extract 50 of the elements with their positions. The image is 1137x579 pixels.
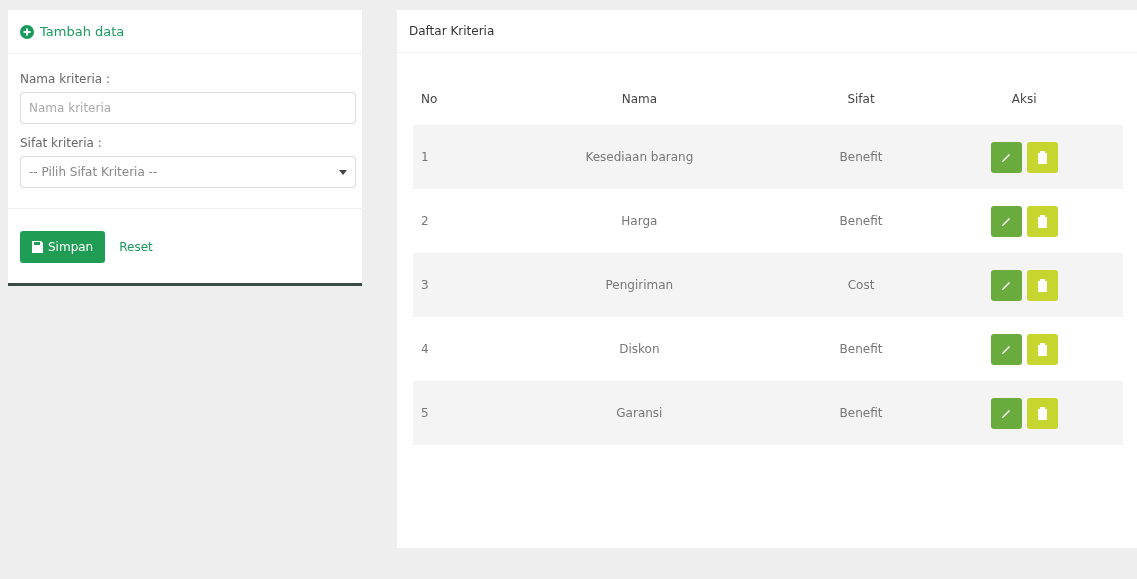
table-cell: Kesediaan barang bbox=[482, 125, 797, 189]
edit-button[interactable] bbox=[990, 333, 1022, 365]
table-cell: Benefit bbox=[796, 317, 926, 381]
table-cell: Garansi bbox=[482, 381, 797, 445]
column-header: Aksi bbox=[925, 73, 1123, 125]
edit-button[interactable] bbox=[990, 205, 1022, 237]
plus-circle-icon bbox=[20, 24, 34, 39]
edit-button[interactable] bbox=[990, 141, 1022, 173]
column-header: No bbox=[413, 73, 482, 125]
table-cell: Benefit bbox=[796, 189, 926, 253]
reset-link[interactable]: Reset bbox=[119, 240, 153, 254]
pencil-icon bbox=[1000, 407, 1013, 419]
column-header: Sifat bbox=[796, 73, 926, 125]
table-cell: Benefit bbox=[796, 125, 926, 189]
select-field[interactable]: -- Pilih Sifat Kriteria -- bbox=[20, 156, 356, 188]
trash-icon bbox=[1037, 150, 1047, 164]
save-icon bbox=[32, 241, 43, 253]
pencil-icon bbox=[1000, 215, 1013, 227]
delete-button[interactable] bbox=[1026, 141, 1058, 173]
trash-icon bbox=[1037, 342, 1047, 356]
column-header: Nama bbox=[482, 73, 797, 125]
caret-icon bbox=[339, 169, 347, 175]
input-field[interactable]: Nama kriteria bbox=[20, 92, 356, 124]
pencil-icon bbox=[1000, 279, 1013, 291]
trash-icon bbox=[1037, 406, 1047, 420]
table-cell: Pengiriman bbox=[482, 253, 797, 317]
delete-button[interactable] bbox=[1026, 397, 1058, 429]
edit-button[interactable] bbox=[990, 269, 1022, 301]
table-cell: 1 bbox=[413, 125, 482, 189]
edit-button[interactable] bbox=[990, 397, 1022, 429]
card-title: Tambah data bbox=[40, 24, 125, 39]
table-cell: 4 bbox=[413, 317, 482, 381]
pencil-icon bbox=[1000, 151, 1013, 163]
field-label: Nama kriteria : bbox=[20, 72, 111, 86]
table-cell: 3 bbox=[413, 253, 482, 317]
table-cell: Cost bbox=[796, 253, 926, 317]
pencil-icon bbox=[1000, 343, 1013, 355]
trash-icon bbox=[1037, 214, 1047, 228]
table-cell: 2 bbox=[413, 189, 482, 253]
delete-button[interactable] bbox=[1026, 333, 1058, 365]
table-cell: Harga bbox=[482, 189, 797, 253]
card-title: Daftar Kriteria bbox=[397, 10, 1137, 53]
field-label: Sifat kriteria : bbox=[20, 136, 103, 150]
delete-button[interactable] bbox=[1026, 269, 1058, 301]
table-cell: Benefit bbox=[796, 381, 926, 445]
delete-button[interactable] bbox=[1026, 205, 1058, 237]
trash-icon bbox=[1037, 278, 1047, 292]
table-cell: Diskon bbox=[482, 317, 797, 381]
table-cell: 5 bbox=[413, 381, 482, 445]
save-button[interactable]: Simpan bbox=[20, 231, 106, 263]
